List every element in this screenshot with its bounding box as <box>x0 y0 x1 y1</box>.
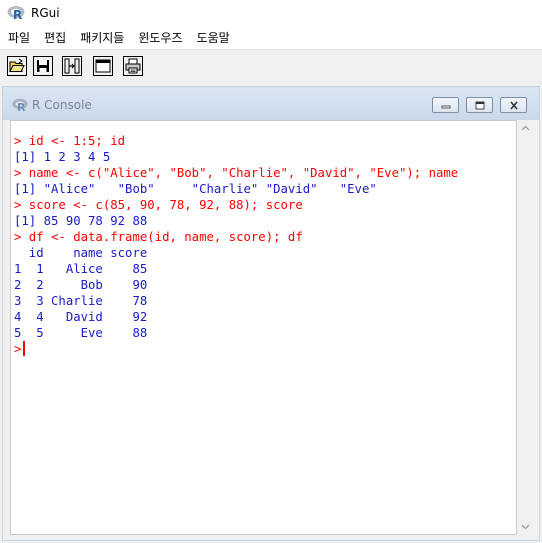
print-button[interactable] <box>123 56 143 76</box>
vertical-scrollbar[interactable] <box>517 120 534 535</box>
save-button[interactable] <box>33 56 53 76</box>
r-logo-icon: R <box>7 6 25 21</box>
open-script-icon <box>9 58 25 72</box>
minimize-icon <box>441 105 450 109</box>
minimize-button[interactable] <box>432 97 459 113</box>
prompt-symbol: > <box>14 342 22 356</box>
scroll-up-icon[interactable] <box>517 120 534 137</box>
console-output-line: 3 3 Charlie 78 <box>14 294 148 308</box>
console-output-line: [1] 1 2 3 4 5 <box>14 150 111 164</box>
open-script-button[interactable] <box>7 56 27 76</box>
menu-help[interactable]: 도움말 <box>190 27 237 49</box>
console-output-line: 5 5 Eve 88 <box>14 326 148 340</box>
maximize-icon <box>475 101 484 110</box>
console-prompt[interactable]: > <box>14 341 458 357</box>
console-icon <box>95 59 111 73</box>
menu-file[interactable]: 파일 <box>0 27 37 49</box>
menu-windows[interactable]: 윈도우즈 <box>131 27 189 49</box>
console-window: R R Console > id <- 1:5; id [1] 1 2 3 4 … <box>2 86 540 541</box>
text-cursor <box>23 341 26 356</box>
console-output-line: 2 2 Bob 90 <box>14 278 148 292</box>
r-logo-icon: R <box>12 98 28 112</box>
scroll-down-icon[interactable] <box>517 518 534 535</box>
menubar: 파일 편집 패키지들 윈도우즈 도움말 <box>0 27 542 49</box>
maximize-button[interactable] <box>466 97 493 113</box>
load-workspace-button[interactable] <box>62 56 82 76</box>
console-output-line: [1] 85 90 78 92 88 <box>14 214 148 228</box>
console-output-line: 1 1 Alice 85 <box>14 262 148 276</box>
console-lines: > id <- 1:5; id [1] 1 2 3 4 5 > name <- c(… <box>14 133 458 357</box>
app-title: RGui <box>31 6 60 20</box>
console-output-line: id name score <box>14 246 148 260</box>
console-button[interactable] <box>93 56 113 76</box>
console-output-line: [1] "Alice" "Bob" "Charlie" "David" "Eve… <box>14 182 377 196</box>
load-workspace-icon <box>64 58 80 74</box>
console-command-line: > name <- c("Alice", "Bob", "Charlie", "… <box>14 166 459 180</box>
menu-packages[interactable]: 패키지들 <box>73 27 131 49</box>
console-output[interactable]: > id <- 1:5; id [1] 1 2 3 4 5 > name <- c(… <box>10 120 517 535</box>
console-command-line: > df <- data.frame(id, name, score); df <box>14 230 303 244</box>
console-title: R Console <box>32 98 92 112</box>
svg-text:R: R <box>13 8 22 21</box>
save-icon <box>37 60 49 72</box>
console-output-line: 4 4 David 92 <box>14 310 148 324</box>
toolbar <box>0 49 542 84</box>
print-icon <box>125 58 141 74</box>
console-titlebar[interactable]: R R Console <box>3 87 539 120</box>
mdi-area: R R Console > id <- 1:5; id [1] 1 2 3 4 … <box>0 84 542 543</box>
svg-text:R: R <box>17 101 26 112</box>
close-icon <box>509 101 518 110</box>
menu-edit[interactable]: 편집 <box>37 27 73 49</box>
console-command-line: > score <- c(85, 90, 78, 92, 88); score <box>14 198 303 212</box>
app-titlebar: R RGui <box>0 0 542 27</box>
console-command-line: > id <- 1:5; id <box>14 134 126 148</box>
close-button[interactable] <box>500 97 527 113</box>
